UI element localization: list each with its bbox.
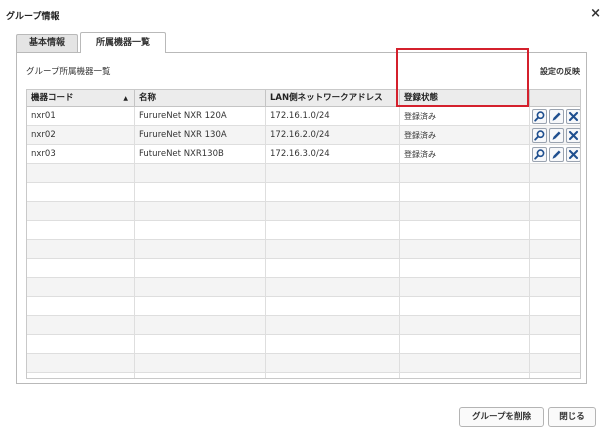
search-icon[interactable] — [532, 147, 547, 162]
tab-strip: 基本情報 所属機器一覧 — [16, 30, 586, 53]
device-table: 機器コード ▲ 名称 LAN側ネットワークアドレス 登録状態 nxr01 Furu… — [26, 89, 581, 379]
name-cell: FurureNet NXR 120A — [135, 107, 266, 126]
device-code-cell: nxr02 — [27, 126, 135, 145]
tab-basic-info[interactable]: 基本情報 — [16, 34, 78, 52]
close-button[interactable]: 閉じる — [548, 407, 596, 427]
delete-group-button[interactable]: グループを削除 — [459, 407, 544, 427]
sort-ascending-icon: ▲ — [123, 95, 128, 102]
pencil-icon[interactable] — [549, 128, 564, 143]
row-actions — [532, 109, 580, 125]
tab-device-list[interactable]: 所属機器一覧 — [80, 32, 166, 53]
registration-status-cell: 登録済み — [400, 126, 530, 145]
title-bar: グループ情報 × — [0, 0, 603, 28]
empty-row — [27, 335, 580, 354]
registration-status-cell: 登録済み — [400, 107, 530, 126]
lan-address-cell: 172.16.3.0/24 — [266, 145, 400, 164]
pencil-icon[interactable] — [549, 147, 564, 162]
search-icon[interactable] — [532, 128, 547, 143]
reflect-settings-label: 設定の反映 — [540, 67, 580, 76]
table-row[interactable]: nxr01 FurureNet NXR 120A 172.16.1.0/24 登録済み — [27, 107, 580, 126]
header-device-code-label: 機器コード — [31, 93, 74, 103]
delete-x-icon[interactable] — [566, 147, 580, 162]
search-icon[interactable] — [532, 109, 547, 124]
empty-row — [27, 297, 580, 316]
empty-row — [27, 221, 580, 240]
lan-address-cell: 172.16.2.0/24 — [266, 126, 400, 145]
lan-address-cell: 172.16.1.0/24 — [266, 107, 400, 126]
registration-status-cell: 登録済み — [400, 145, 530, 164]
header-actions — [530, 90, 580, 107]
empty-row — [27, 164, 580, 183]
header-device-code[interactable]: 機器コード ▲ — [27, 90, 135, 107]
pencil-icon[interactable] — [549, 109, 564, 124]
list-title: グループ所属機器一覧 — [26, 67, 111, 77]
table-row[interactable]: nxr03 FutureNet NXR130B 172.16.3.0/24 登録済み — [27, 145, 580, 164]
device-code-cell: nxr01 — [27, 107, 135, 126]
dialog-title: グループ情報 — [6, 12, 60, 22]
empty-row — [27, 354, 580, 373]
device-list-panel: グループ所属機器一覧 設定の反映 機器コード ▲ 名称 LAN側ネットワークアド… — [16, 52, 587, 384]
delete-x-icon[interactable] — [566, 109, 580, 124]
header-lan-address[interactable]: LAN側ネットワークアドレス — [266, 90, 400, 107]
empty-row — [27, 316, 580, 335]
name-cell: FutureNet NXR130B — [135, 145, 266, 164]
empty-row — [27, 278, 580, 297]
delete-x-icon[interactable] — [566, 128, 580, 143]
empty-row — [27, 183, 580, 202]
empty-row — [27, 202, 580, 221]
table-header: 機器コード ▲ 名称 LAN側ネットワークアドレス 登録状態 — [27, 90, 580, 107]
header-name[interactable]: 名称 — [135, 90, 266, 107]
device-code-cell: nxr03 — [27, 145, 135, 164]
row-actions — [532, 147, 580, 163]
header-registration-status[interactable]: 登録状態 — [400, 90, 530, 107]
empty-row — [27, 259, 580, 278]
table-row[interactable]: nxr02 FurureNet NXR 130A 172.16.2.0/24 登録済み — [27, 126, 580, 145]
close-icon[interactable]: × — [590, 6, 601, 21]
name-cell: FurureNet NXR 130A — [135, 126, 266, 145]
empty-row — [27, 240, 580, 259]
row-actions — [532, 128, 580, 144]
